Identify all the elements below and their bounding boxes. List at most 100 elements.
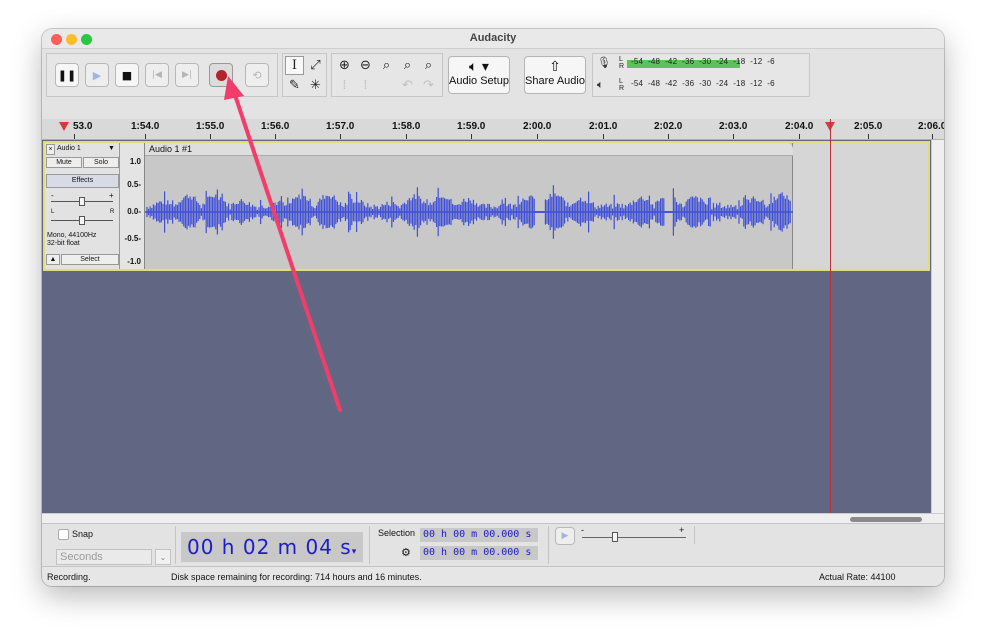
silence-button[interactable]: ⁞ xyxy=(356,76,375,95)
timeline-label: 2:00.0 xyxy=(523,121,552,132)
amp-label-1: 1.0 xyxy=(129,157,141,166)
play-at-speed-button[interactable]: ▶ xyxy=(555,527,575,545)
skip-to-start-button[interactable]: |◀ xyxy=(145,63,169,87)
record-meter[interactable]: -54 -48 -42 -36 -30 -24 -18 -12 -6 xyxy=(627,57,809,71)
mute-button[interactable]: Mute xyxy=(46,157,82,168)
timeline-tick xyxy=(74,134,75,139)
gain-slider-thumb[interactable] xyxy=(79,197,85,206)
share-audio-label: Share Audio xyxy=(525,75,585,87)
stop-button[interactable]: ■ xyxy=(115,63,139,87)
zoom-toggle-button[interactable]: ⌕ xyxy=(419,56,438,75)
bottom-separator-3 xyxy=(548,526,549,564)
timeline-label: 2:01.0 xyxy=(589,121,618,132)
timeline-label: 2:05.0 xyxy=(854,121,883,132)
gain-minus-label: - xyxy=(51,191,54,200)
selection-end-field[interactable]: 00 h 00 m 00.000 s xyxy=(420,546,538,560)
track-control-panel: × Audio 1 ▼ Mute Solo Effects - + L R Mo… xyxy=(45,143,120,269)
timeline-label: 1:56.0 xyxy=(261,121,290,132)
close-track-button[interactable]: × xyxy=(46,144,55,155)
meter-toolbar: 🎙︎ LR -54 -48 -42 -36 -30 -24 -18 -12 -6… xyxy=(592,53,810,97)
timeline-tick xyxy=(340,134,341,139)
amp-label-0: 0.0- xyxy=(127,207,141,216)
bottom-separator-1 xyxy=(175,526,176,564)
zoom-out-button[interactable]: ⊖ xyxy=(356,56,375,75)
zoom-in-button[interactable]: ⊕ xyxy=(335,56,354,75)
play-region-start-marker[interactable] xyxy=(59,122,69,131)
solo-button[interactable]: Solo xyxy=(83,157,119,168)
envelope-tool[interactable]: ⤢ xyxy=(306,56,325,75)
redo-button[interactable]: ↷ xyxy=(419,76,438,95)
speed-slider-thumb[interactable] xyxy=(612,532,618,542)
audio-setup-button[interactable]: 🔈︎ ▾ Audio Setup xyxy=(448,56,510,94)
timeline-tick xyxy=(145,134,146,139)
timeline-tick xyxy=(210,134,211,139)
effects-button[interactable]: Effects xyxy=(46,174,119,188)
audio-track[interactable]: × Audio 1 ▼ Mute Solo Effects - + L R Mo… xyxy=(43,141,930,271)
track-info-bitdepth: 32-bit float xyxy=(47,240,80,247)
timeline-tick xyxy=(799,134,800,139)
undo-button[interactable]: ↶ xyxy=(398,76,417,95)
playback-meter[interactable]: -54 -48 -42 -36 -30 -24 -18 -12 -6 xyxy=(627,79,809,93)
playback-meter-lr: LR xyxy=(619,78,625,92)
edit-toolbar: ⊕ ⊖ ⌕ ⌕ ⌕ ⁞ ⁞ ↶ ↷ xyxy=(331,53,443,97)
gain-plus-label: + xyxy=(109,191,114,200)
horizontal-scrollbar[interactable] xyxy=(42,513,944,523)
fit-selection-button[interactable]: ⌕ xyxy=(377,56,396,75)
time-format-arrow[interactable]: ▾ xyxy=(352,547,358,557)
amp-label-neg-0-5: -0.5- xyxy=(124,234,141,243)
draw-tool[interactable]: ✎ xyxy=(285,76,304,95)
speed-minus-label: - xyxy=(581,525,584,535)
snap-unit-select[interactable]: Seconds xyxy=(56,549,152,565)
record-button[interactable] xyxy=(209,63,233,87)
timeline-tick xyxy=(668,134,669,139)
timeline-label: 53.0 xyxy=(73,121,93,132)
toolbar-area: ❚❚ ▶ ■ |◀ ▶| ⟲ I ⤢ ✎ ✳ ⊕ ⊖ ⌕ ⌕ ⌕ ⁞ ⁞ ↶ ↷… xyxy=(42,49,944,119)
time-display[interactable]: 00 h 02 m 04 s▾ xyxy=(181,532,363,562)
transport-toolbar: ❚❚ ▶ ■ |◀ ▶| ⟲ xyxy=(46,53,278,97)
audio-clip[interactable]: Audio 1 #1 xyxy=(145,143,793,269)
trim-button[interactable]: ⁞ xyxy=(335,76,354,95)
timeline-tick xyxy=(471,134,472,139)
fit-project-button[interactable]: ⌕ xyxy=(398,56,417,75)
snap-checkbox[interactable] xyxy=(58,529,69,540)
loop-button[interactable]: ⟲ xyxy=(245,63,269,87)
clip-header[interactable]: Audio 1 #1 xyxy=(145,143,793,156)
playhead-line xyxy=(830,119,831,513)
selection-start-field[interactable]: 00 h 00 m 00.000 s xyxy=(420,528,538,542)
waveform[interactable] xyxy=(145,157,793,269)
share-audio-button[interactable]: ⇧ Share Audio xyxy=(524,56,586,94)
timeline-ruler[interactable]: 53.0 1:54.0 1:55.0 1:56.0 1:57.0 1:58.0 1:59.0… xyxy=(42,119,944,140)
horizontal-scroll-thumb[interactable] xyxy=(850,517,922,522)
timeline-label: 2:06.0 xyxy=(918,121,944,132)
chevron-down-icon[interactable]: ⌄ xyxy=(155,549,171,565)
selection-tool[interactable]: I xyxy=(285,56,304,75)
selection-label: Selection xyxy=(378,528,416,538)
timeline-label: 2:04.0 xyxy=(785,121,814,132)
track-menu-arrow[interactable]: ▼ xyxy=(108,145,115,152)
speaker-icon: 🔈︎ ▾ xyxy=(469,59,489,75)
playback-speaker-icon: 🔈︎ xyxy=(597,78,604,91)
skip-to-end-button[interactable]: ▶| xyxy=(175,63,199,87)
multi-tool[interactable]: ✳ xyxy=(306,76,325,95)
track-name[interactable]: Audio 1 xyxy=(57,145,81,152)
vertical-scrollbar[interactable] xyxy=(931,140,944,513)
speed-slider-track xyxy=(582,537,686,538)
select-track-button[interactable]: Select xyxy=(61,254,119,265)
timeline-tick xyxy=(733,134,734,139)
timeline-tick xyxy=(932,134,933,139)
pause-button[interactable]: ❚❚ xyxy=(55,63,79,87)
collapse-track-button[interactable]: ▲ xyxy=(46,254,60,265)
bottom-separator-4 xyxy=(694,526,695,544)
timeline-label: 1:55.0 xyxy=(196,121,225,132)
empty-track-region[interactable] xyxy=(793,143,928,269)
snap-label: Snap xyxy=(72,529,94,539)
record-icon xyxy=(215,69,227,81)
audio-setup-label: Audio Setup xyxy=(449,75,509,87)
timeline-label: 1:58.0 xyxy=(392,121,421,132)
audacity-window: Audacity ❚❚ ▶ ■ |◀ ▶| ⟲ I ⤢ ✎ ✳ ⊕ ⊖ ⌕ ⌕ xyxy=(42,29,944,586)
play-button[interactable]: ▶ xyxy=(85,63,109,87)
selection-mode-icon[interactable]: ⚙︎ xyxy=(401,546,411,559)
pan-right-label: R xyxy=(110,209,115,215)
pan-slider-thumb[interactable] xyxy=(79,216,85,225)
track-area[interactable]: × Audio 1 ▼ Mute Solo Effects - + L R Mo… xyxy=(42,140,931,513)
